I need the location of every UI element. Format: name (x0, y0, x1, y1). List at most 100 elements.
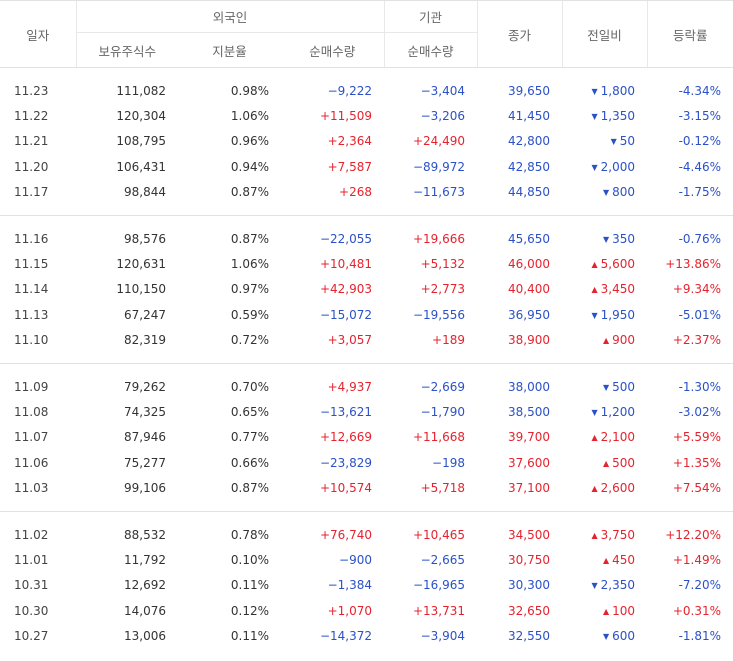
header-change: 전일비 (561, 0, 648, 68)
cell-change: ▲ 2,600 (562, 475, 647, 500)
cell-close: 46,000 (508, 257, 551, 272)
up-triangle-icon: ▲ (591, 484, 598, 494)
cell-share: 0.59% (230, 307, 269, 322)
cell-holdings: 79,262 (124, 379, 166, 394)
cell-inst-net: +5,132 (420, 257, 466, 272)
change-value: 900 (612, 333, 636, 348)
change-value: 3,750 (600, 527, 636, 542)
cell-rate: -0.12% (678, 134, 722, 149)
cell-rate: +7.54% (672, 481, 722, 496)
cell-share: 0.87% (230, 481, 269, 496)
cell-inst-net: −2,665 (420, 552, 466, 567)
cell-date: 11.23 (14, 83, 49, 98)
group-separator (0, 510, 733, 522)
cell-date: 11.13 (14, 307, 49, 322)
table-header: 일자 외국인 기관 종가 전일비 등락률 보유주식수 지분율 순매수량 순매수량 (0, 0, 733, 68)
cell-change: ▲ 3,450 (562, 277, 647, 302)
table-row: 11.02 88,532 0.78% +76,740 +10,465 34,500 ▲ 3,7… (0, 522, 733, 547)
cell-foreign-net: −1,384 (327, 578, 373, 593)
header-institution: 기관 (383, 0, 478, 33)
cell-foreign-net: +76,740 (319, 527, 373, 542)
table-row: 11.15 120,631 1.06% +10,481 +5,132 46,000 ▲ 5,6… (0, 251, 733, 276)
group-separator (0, 214, 733, 226)
change-value: 2,100 (600, 430, 636, 445)
cell-share: 0.11% (230, 578, 269, 593)
change-value: 2,600 (600, 481, 636, 496)
cell-close: 34,500 (508, 527, 551, 542)
cell-change: ▼ 500 (562, 374, 647, 399)
cell-close: 38,500 (508, 404, 551, 419)
cell-date: 11.21 (14, 134, 49, 149)
cell-foreign-net: +11,509 (319, 109, 373, 124)
cell-change: ▼ 1,950 (562, 302, 647, 327)
down-triangle-icon: ▼ (591, 112, 598, 122)
cell-change: ▲ 2,100 (562, 425, 647, 450)
cell-rate: +2.37% (672, 333, 722, 348)
cell-share: 1.06% (230, 257, 269, 272)
cell-change: ▼ 50 (562, 129, 647, 154)
cell-holdings: 98,576 (124, 231, 166, 246)
table-row: 11.16 98,576 0.87% −22,055 +19,666 45,650 ▼ 350… (0, 226, 733, 251)
cell-holdings: 120,631 (116, 257, 166, 272)
cell-holdings: 75,277 (124, 455, 166, 470)
cell-inst-net: +189 (432, 333, 466, 348)
change-value: 2,350 (600, 578, 636, 593)
header-foreign: 외국인 (75, 0, 385, 33)
cell-change: ▼ 2,350 (562, 573, 647, 598)
up-triangle-icon: ▲ (602, 555, 610, 565)
cell-close: 39,700 (508, 430, 551, 445)
cell-inst-net: −198 (432, 455, 466, 470)
table-row: 11.17 98,844 0.87% +268 −11,673 44,850 ▼ 800 -1.… (0, 180, 733, 205)
cell-rate: +1.49% (672, 552, 722, 567)
cell-foreign-net: −14,372 (319, 629, 373, 644)
down-triangle-icon: ▼ (591, 407, 598, 417)
cell-foreign-net: +4,937 (327, 379, 373, 394)
cell-close: 36,950 (508, 307, 551, 322)
cell-foreign-net: +3,057 (327, 333, 373, 348)
cell-rate: -7.20% (678, 578, 722, 593)
cell-holdings: 67,247 (124, 307, 166, 322)
cell-rate: -4.46% (678, 159, 722, 174)
cell-change: ▼ 1,350 (562, 103, 647, 128)
cell-inst-net: −2,669 (420, 379, 466, 394)
table-row: 11.01 11,792 0.10% −900 −2,665 30,750 ▲ 450 +1.4… (0, 547, 733, 572)
group-padding (0, 501, 733, 512)
header-share: 지분율 (178, 32, 281, 68)
change-value: 1,200 (600, 404, 636, 419)
cell-share: 0.94% (230, 159, 269, 174)
cell-change: ▲ 900 (562, 328, 647, 353)
cell-foreign-net: −15,072 (319, 307, 373, 322)
cell-holdings: 111,082 (116, 83, 166, 98)
cell-share: 0.87% (230, 185, 269, 200)
cell-close: 44,850 (508, 185, 551, 200)
cell-date: 11.10 (14, 333, 49, 348)
cell-change: ▼ 1,800 (562, 78, 647, 103)
cell-foreign-net: −13,621 (319, 404, 373, 419)
down-triangle-icon: ▼ (591, 86, 598, 96)
cell-foreign-net: +268 (339, 185, 373, 200)
cell-inst-net: −1,790 (420, 404, 466, 419)
down-triangle-icon: ▼ (602, 632, 610, 642)
cell-close: 40,400 (508, 282, 551, 297)
up-triangle-icon: ▲ (602, 606, 610, 616)
cell-change: ▲ 100 (562, 598, 647, 623)
cell-inst-net: −3,206 (420, 109, 466, 124)
cell-rate: +0.31% (672, 603, 722, 618)
cell-holdings: 98,844 (124, 185, 166, 200)
cell-inst-net: −3,904 (420, 629, 466, 644)
cell-inst-net: +19,666 (412, 231, 466, 246)
cell-rate: -1.81% (678, 629, 722, 644)
cell-holdings: 74,325 (124, 404, 166, 419)
change-value: 350 (612, 231, 636, 246)
cell-share: 0.97% (230, 282, 269, 297)
cell-close: 41,450 (508, 109, 551, 124)
cell-share: 0.12% (230, 603, 269, 618)
cell-holdings: 14,076 (124, 603, 166, 618)
cell-rate: -0.76% (678, 231, 722, 246)
cell-change: ▼ 600 (562, 623, 647, 648)
cell-rate: +9.34% (672, 282, 722, 297)
cell-change: ▲ 500 (562, 450, 647, 475)
table-row: 11.20 106,431 0.94% +7,587 −89,972 42,850 ▼ 2,0… (0, 154, 733, 179)
cell-date: 11.15 (14, 257, 49, 272)
table-row: 11.14 110,150 0.97% +42,903 +2,773 40,400 ▲ 3,4… (0, 277, 733, 302)
